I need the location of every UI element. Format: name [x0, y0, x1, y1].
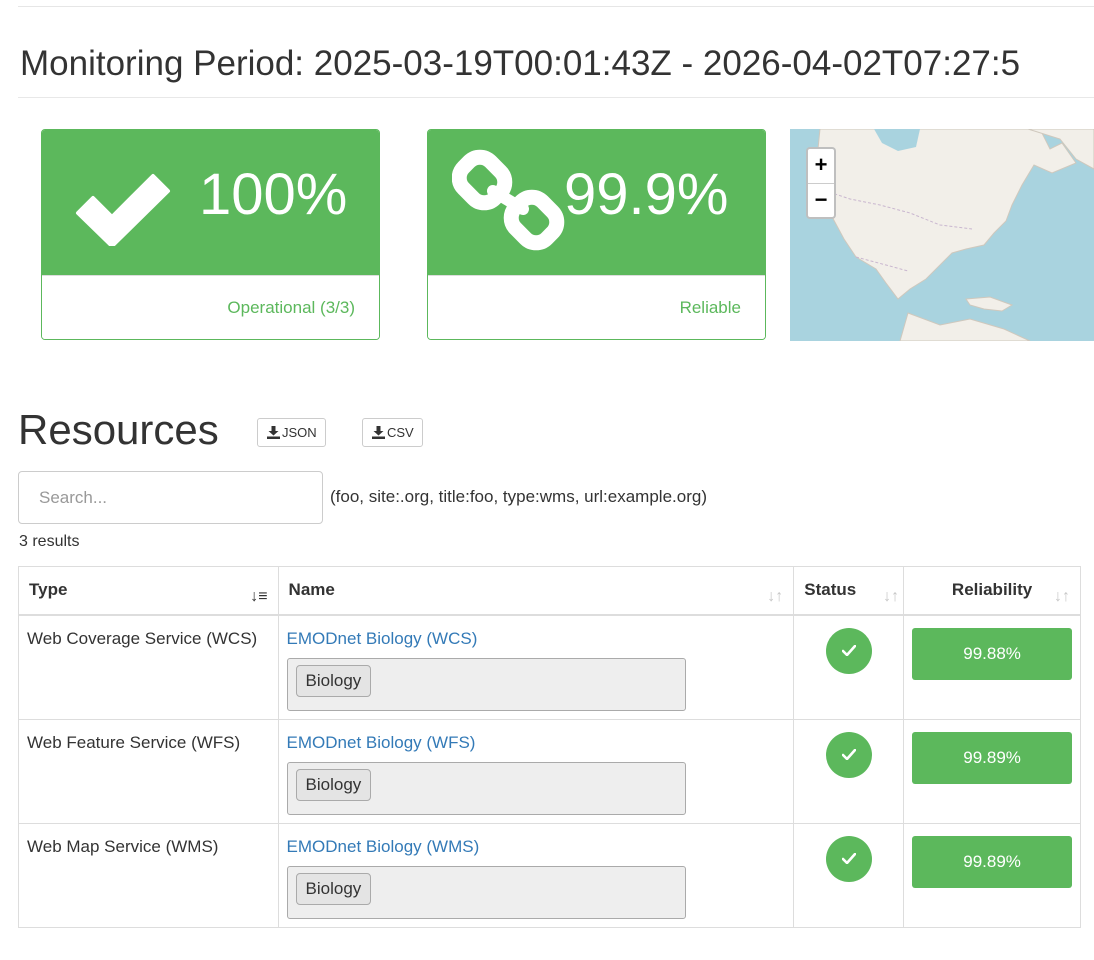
resource-map[interactable]: + −	[790, 129, 1094, 341]
resource-type-cell: Web Coverage Service (WCS)	[18, 614, 279, 720]
operational-panel-heading: 100%	[42, 130, 379, 275]
operational-label: Operational (3/3)	[227, 298, 355, 317]
resource-tag[interactable]: Biology	[295, 664, 372, 697]
operational-percentage: 100%	[199, 162, 348, 227]
table-row: Web Coverage Service (WCS) EMODnet Biolo…	[18, 614, 1081, 720]
table-row: Web Map Service (WMS) EMODnet Biology (W…	[18, 822, 1081, 928]
sort-icon: ↓↑	[1054, 588, 1070, 605]
resource-tags: Biology	[286, 761, 686, 815]
reliability-percentage: 99.9%	[564, 162, 729, 227]
column-header-type[interactable]: Type ↓≡	[18, 566, 279, 616]
status-ok-icon	[825, 627, 872, 674]
column-header-reliability[interactable]: Reliability ↓↑	[903, 566, 1081, 616]
results-count: 3 results	[19, 533, 80, 550]
resource-tag[interactable]: Biology	[295, 768, 372, 801]
column-header-type-label: Type	[29, 580, 68, 599]
resource-link[interactable]: EMODnet Biology (WCS)	[287, 629, 478, 648]
resource-tags: Biology	[286, 865, 686, 919]
resource-status-cell	[793, 822, 905, 928]
search-input[interactable]	[18, 471, 323, 524]
chain-link-icon	[452, 149, 565, 251]
column-header-name-label: Name	[288, 580, 335, 599]
resource-reliability-cell: 99.88%	[903, 614, 1081, 720]
reliability-button[interactable]: 99.88%	[912, 627, 1072, 680]
checkmark-icon	[76, 174, 170, 246]
reliability-button[interactable]: 99.89%	[912, 835, 1072, 888]
resources-table: Type ↓≡ Name ↓↑ Status ↓↑ Reliability ↓↑…	[18, 566, 1081, 928]
resource-tag[interactable]: Biology	[295, 872, 372, 905]
column-header-name[interactable]: Name ↓↑	[277, 566, 795, 616]
sort-ascending-icon: ↓≡	[250, 588, 268, 605]
resource-name-cell: EMODnet Biology (WCS) Biology	[277, 614, 795, 720]
map-zoom-control: + −	[806, 147, 836, 219]
search-hint: (foo, site:.org, title:foo, type:wms, ur…	[330, 487, 707, 506]
table-header-row: Type ↓≡ Name ↓↑ Status ↓↑ Reliability ↓↑	[18, 566, 1081, 616]
resource-status-cell	[793, 614, 905, 720]
resource-link[interactable]: EMODnet Biology (WMS)	[287, 837, 480, 856]
resource-name-cell: EMODnet Biology (WFS) Biology	[277, 718, 795, 824]
download-icon	[372, 426, 385, 439]
sort-icon: ↓↑	[767, 588, 784, 605]
download-csv-label: CSV	[387, 425, 414, 440]
resource-reliability-cell: 99.89%	[903, 718, 1081, 824]
resource-type-cell: Web Feature Service (WFS)	[18, 718, 279, 824]
top-divider	[18, 6, 1094, 7]
download-json-button[interactable]: JSON	[257, 418, 326, 447]
column-header-status[interactable]: Status ↓↑	[793, 566, 905, 616]
resource-reliability-cell: 99.89%	[903, 822, 1081, 928]
reliability-label: Reliable	[679, 298, 741, 317]
status-ok-icon	[825, 835, 872, 882]
map-zoom-out-button[interactable]: −	[808, 183, 834, 217]
resource-name-cell: EMODnet Biology (WMS) Biology	[277, 822, 795, 928]
resource-tags: Biology	[286, 657, 686, 711]
reliability-panel-footer: Reliable	[428, 275, 765, 339]
reliability-button[interactable]: 99.89%	[912, 731, 1072, 784]
resource-status-cell	[793, 718, 905, 824]
download-icon	[267, 426, 280, 439]
sort-icon: ↓↑	[883, 588, 900, 605]
status-ok-icon	[825, 731, 872, 778]
heading-divider	[18, 97, 1094, 98]
resources-heading: Resources	[18, 406, 219, 453]
resource-link[interactable]: EMODnet Biology (WFS)	[287, 733, 476, 752]
operational-panel: 100% Operational (3/3)	[41, 129, 380, 340]
resource-type-cell: Web Map Service (WMS)	[18, 822, 279, 928]
map-zoom-in-button[interactable]: +	[808, 149, 834, 183]
column-header-reliability-label: Reliability	[951, 580, 1033, 599]
operational-panel-footer: Operational (3/3)	[42, 275, 379, 339]
download-csv-button[interactable]: CSV	[362, 418, 423, 447]
download-json-label: JSON	[282, 425, 317, 440]
table-row: Web Feature Service (WFS) EMODnet Biolog…	[18, 718, 1081, 824]
reliability-panel-heading: 99.9%	[428, 130, 765, 275]
monitoring-period-heading: Monitoring Period: 2025-03-19T00:01:43Z …	[20, 44, 1021, 83]
reliability-panel: 99.9% Reliable	[427, 129, 766, 340]
column-header-status-label: Status	[804, 580, 857, 599]
